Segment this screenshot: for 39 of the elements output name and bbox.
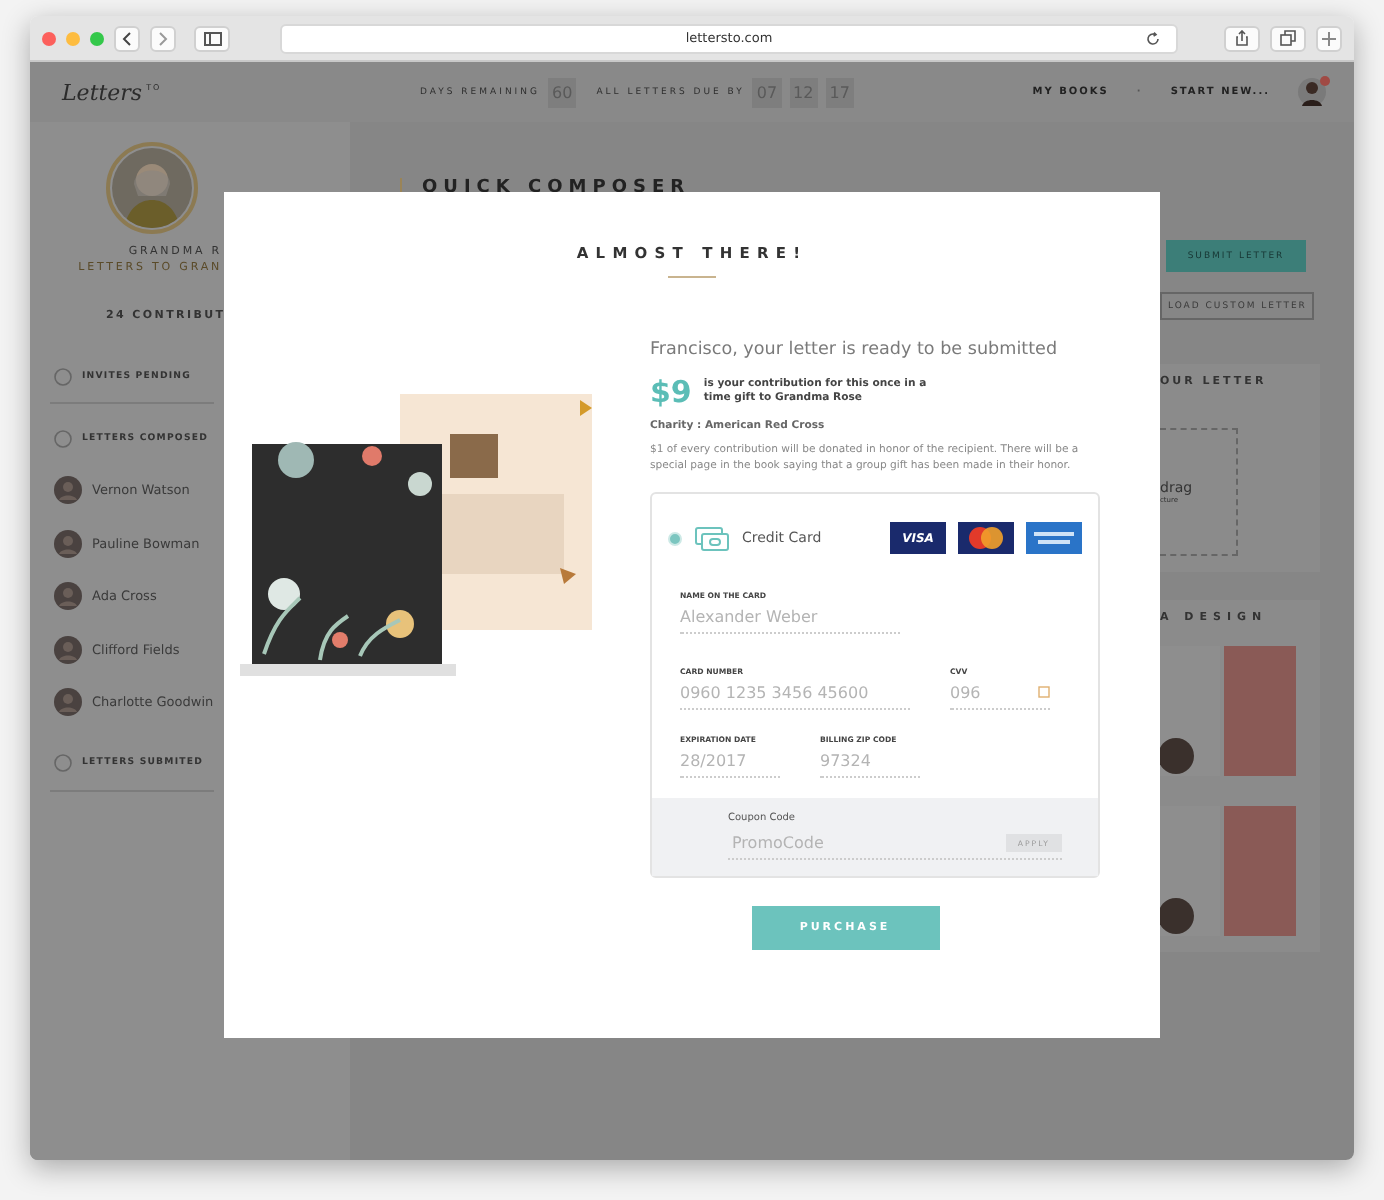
payment-radio[interactable] <box>668 531 682 546</box>
back-button[interactable] <box>114 25 140 51</box>
chevron-left-icon <box>122 31 132 45</box>
zoom-button[interactable] <box>90 31 104 45</box>
share-button[interactable] <box>1224 25 1260 51</box>
avatar-icon <box>54 582 82 611</box>
card-input[interactable]: 97324 <box>820 752 920 779</box>
sidebar-icon <box>203 31 221 45</box>
credit-card-icon <box>694 525 730 552</box>
share-icon <box>1236 30 1248 46</box>
help-icon[interactable] <box>1038 686 1050 699</box>
count-icon <box>54 429 72 447</box>
reload-icon[interactable] <box>1146 31 1160 45</box>
card-input[interactable]: 0960 1235 3456 45600 <box>680 684 910 711</box>
avatar-icon <box>54 688 82 717</box>
count-icon <box>54 367 72 385</box>
close-button[interactable] <box>42 31 56 45</box>
card-input[interactable]: 28/2017 <box>680 752 780 779</box>
tabs-button[interactable] <box>1270 25 1306 51</box>
avatar-icon <box>54 635 82 664</box>
card-input[interactable]: Alexander Weber <box>680 608 900 635</box>
sidebar-button[interactable] <box>194 25 230 51</box>
chevron-right-icon <box>158 31 168 45</box>
new-tab-button[interactable] <box>1316 25 1342 51</box>
count-icon <box>54 754 72 772</box>
card-input[interactable]: 096 <box>950 684 1050 711</box>
avatar-icon <box>54 476 82 505</box>
mastercard-logo <box>958 522 1014 555</box>
avatar-icon <box>54 529 82 558</box>
plus-icon <box>1322 31 1336 45</box>
notification-badge-icon <box>1320 76 1330 86</box>
dialog-heading: Francisco, your letter is ready to be submitted <box>650 340 1060 360</box>
contribution-amount: $9 <box>650 374 692 410</box>
logo[interactable]: Letters <box>62 79 143 105</box>
amex-logo <box>1026 522 1082 555</box>
coupon-input[interactable]: PromoCode <box>728 832 1006 855</box>
tabs-icon <box>1280 30 1296 46</box>
user-avatar[interactable] <box>1298 76 1326 108</box>
forward-button[interactable] <box>150 25 176 51</box>
